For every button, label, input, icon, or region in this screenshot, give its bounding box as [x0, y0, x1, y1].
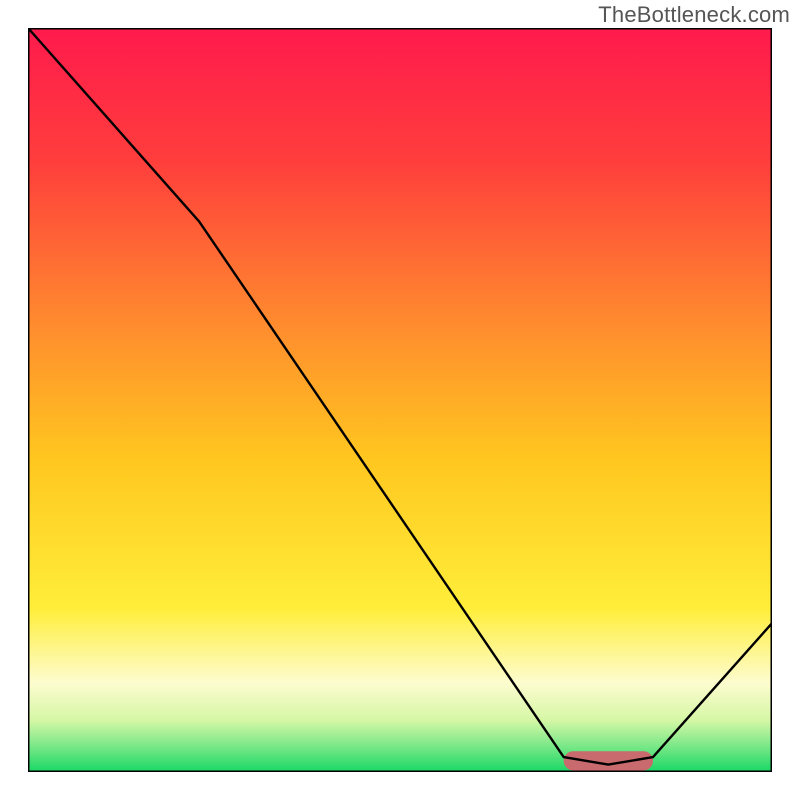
gradient-background	[28, 28, 772, 772]
chart-container: TheBottleneck.com	[0, 0, 800, 800]
optimal-marker	[564, 751, 653, 770]
watermark-text: TheBottleneck.com	[598, 2, 790, 28]
plot-area	[28, 28, 772, 772]
chart-svg	[28, 28, 772, 772]
